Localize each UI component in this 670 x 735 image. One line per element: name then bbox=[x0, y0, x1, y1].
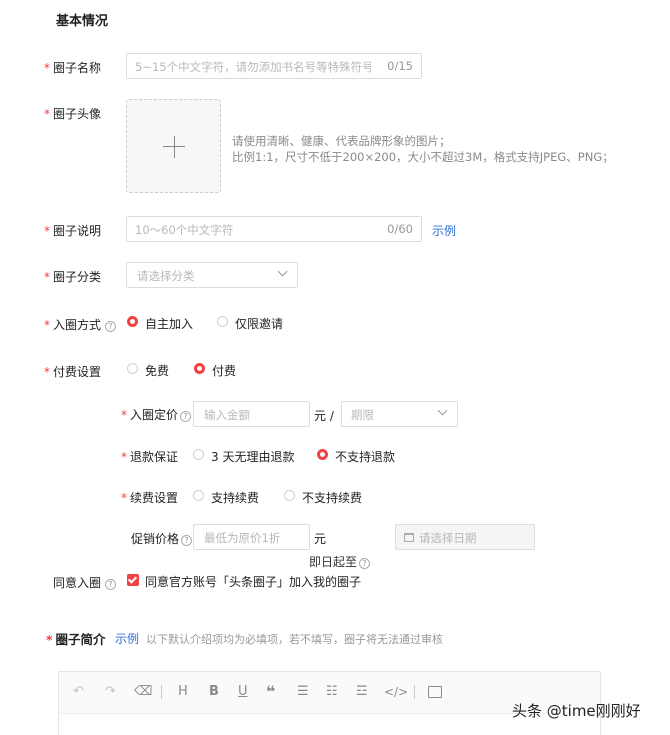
price-label: * 入圈定价? bbox=[121, 406, 192, 423]
refund-option-none-label: 不支持退款 bbox=[335, 450, 396, 464]
price-input[interactable]: 输入金额 bbox=[193, 401, 310, 427]
radio-icon bbox=[284, 490, 295, 501]
name-input[interactable]: 5~15个中文字符，请勿添加书名号等特殊符号 0/15 bbox=[126, 53, 422, 79]
join-option-invite-label: 仅限邀请 bbox=[235, 317, 284, 331]
radio-icon bbox=[194, 363, 205, 374]
image-icon[interactable] bbox=[428, 686, 442, 698]
date-picker[interactable]: 请选择日期 bbox=[395, 524, 535, 550]
intro-example-link[interactable]: 示例 bbox=[115, 630, 139, 647]
fee-option-free-label: 免费 bbox=[145, 364, 170, 378]
help-icon[interactable]: ? bbox=[181, 535, 193, 546]
promo-input[interactable]: 最低为原价1折 bbox=[193, 524, 310, 550]
intro-note: 以下默认介绍项均为必填项，若不填写，圈子将无法通过审核 bbox=[146, 633, 443, 646]
eraser-icon[interactable]: ⌫ bbox=[134, 684, 152, 700]
renew-option-no[interactable] bbox=[284, 490, 295, 504]
radio-icon bbox=[193, 490, 204, 501]
ordered-list-icon[interactable]: ☷ bbox=[326, 684, 338, 700]
divider-line-icon[interactable]: ☲ bbox=[356, 684, 368, 700]
watermark: 头条 @time刚刚好 bbox=[512, 702, 641, 720]
help-icon[interactable]: ? bbox=[180, 411, 192, 422]
avatar-hint-2: 比例1:1，尺寸不低于200×200，大小不超过3M，格式支持JPEG、PNG； bbox=[232, 150, 614, 164]
renew-option-yes[interactable] bbox=[193, 490, 204, 504]
help-icon[interactable]: ? bbox=[104, 321, 116, 332]
redo-icon[interactable]: ↷ bbox=[105, 684, 116, 700]
period-placeholder: 期限 bbox=[351, 408, 374, 422]
name-placeholder: 5~15个中文字符，请勿添加书名号等特殊符号 bbox=[135, 60, 374, 74]
code-icon[interactable]: </> bbox=[384, 684, 408, 700]
radio-icon bbox=[217, 316, 228, 327]
join-option-self[interactable] bbox=[127, 316, 138, 330]
promo-label: 促销价格? bbox=[131, 530, 193, 547]
toolbar-divider bbox=[161, 685, 162, 699]
undo-icon[interactable]: ↶ bbox=[73, 684, 84, 700]
price-unit: 元 / bbox=[314, 409, 334, 423]
calendar-icon bbox=[404, 533, 414, 542]
agree-checkbox[interactable] bbox=[127, 574, 139, 586]
category-placeholder: 请选择分类 bbox=[137, 269, 195, 283]
fee-option-free[interactable] bbox=[127, 363, 138, 377]
intro-label: * 圈子简介 bbox=[46, 632, 106, 647]
check-icon bbox=[127, 574, 138, 584]
chevron-down-icon bbox=[437, 405, 448, 416]
radio-icon bbox=[193, 449, 204, 460]
desc-placeholder: 10～60个中文字符 bbox=[135, 223, 234, 237]
underline-icon[interactable]: U bbox=[238, 684, 248, 700]
promo-unit: 元 bbox=[314, 532, 327, 546]
name-label: * 圈子名称 bbox=[44, 61, 102, 75]
radio-icon bbox=[317, 449, 328, 460]
agree-label: 同意入圈 ? bbox=[53, 574, 116, 591]
promo-placeholder: 最低为原价1折 bbox=[204, 531, 281, 545]
date-placeholder: 请选择日期 bbox=[419, 531, 477, 545]
join-label: * 入圈方式 ? bbox=[44, 316, 116, 333]
desc-example-link[interactable]: 示例 bbox=[432, 222, 456, 239]
renew-option-no-label: 不支持续费 bbox=[302, 491, 363, 505]
bold-icon[interactable]: B bbox=[209, 684, 219, 700]
promo-start: 即日起至? bbox=[309, 553, 371, 570]
fee-label: * 付费设置 bbox=[44, 365, 102, 379]
join-option-self-label: 自主加入 bbox=[145, 317, 194, 331]
renew-label: * 续费设置 bbox=[121, 491, 179, 505]
avatar-hint-1: 请使用清晰、健康、代表品牌形象的图片； bbox=[232, 134, 451, 148]
category-select[interactable]: 请选择分类 bbox=[126, 262, 298, 288]
avatar-label: * 圈子头像 bbox=[44, 107, 102, 121]
section-title: 基本情况 bbox=[56, 14, 109, 29]
name-counter: 0/15 bbox=[387, 59, 413, 73]
join-option-invite[interactable] bbox=[217, 316, 228, 330]
fee-option-paid[interactable] bbox=[194, 363, 205, 377]
bullet-list-icon[interactable]: ☰ bbox=[297, 684, 309, 700]
period-select[interactable]: 期限 bbox=[341, 401, 458, 427]
desc-input[interactable]: 10～60个中文字符 0/60 bbox=[126, 216, 422, 242]
chevron-down-icon bbox=[277, 266, 288, 277]
renew-option-yes-label: 支持续费 bbox=[211, 491, 260, 505]
quote-icon[interactable]: ❝ bbox=[266, 684, 275, 700]
category-label: * 圈子分类 bbox=[44, 270, 102, 284]
avatar-upload[interactable] bbox=[126, 99, 221, 193]
agree-text: 同意官方账号「头条圈子」加入我的圈子 bbox=[145, 575, 362, 589]
desc-counter: 0/60 bbox=[387, 222, 413, 236]
refund-option-3day-label: 3 天无理由退款 bbox=[211, 450, 295, 464]
desc-label: * 圈子说明 bbox=[44, 224, 102, 238]
toolbar-divider bbox=[414, 685, 415, 699]
radio-icon bbox=[127, 316, 138, 327]
price-placeholder: 输入金额 bbox=[204, 408, 250, 422]
refund-option-none[interactable] bbox=[317, 449, 328, 463]
fee-option-paid-label: 付费 bbox=[212, 364, 237, 378]
refund-option-3day[interactable] bbox=[193, 449, 204, 463]
refund-label: * 退款保证 bbox=[121, 450, 179, 464]
help-icon[interactable]: ? bbox=[359, 558, 371, 569]
heading-icon[interactable]: H bbox=[178, 684, 188, 700]
help-icon[interactable]: ? bbox=[104, 579, 116, 590]
radio-icon bbox=[127, 363, 138, 374]
